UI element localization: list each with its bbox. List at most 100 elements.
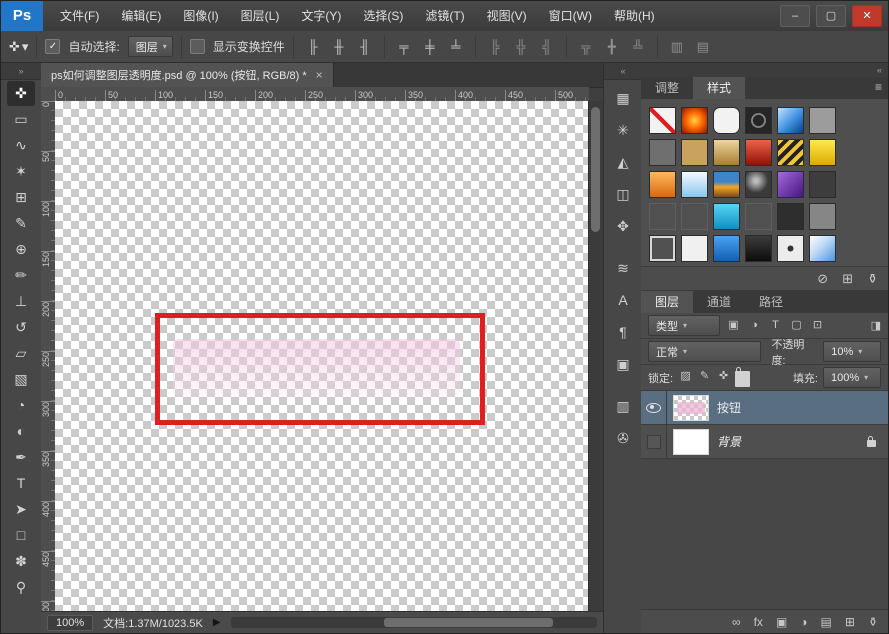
- distribute-hcenter-icon[interactable]: ╋: [601, 37, 623, 57]
- filter-smart-icon[interactable]: ⊡: [809, 317, 826, 334]
- maximize-button[interactable]: ▢: [816, 5, 846, 27]
- visibility-cell[interactable]: [641, 425, 667, 458]
- zoom-level[interactable]: 100%: [47, 615, 93, 631]
- style-swatch[interactable]: [745, 139, 772, 166]
- fill-dropdown[interactable]: 100% ▾: [823, 367, 881, 388]
- align-vcenter-icon[interactable]: ╫: [328, 37, 350, 57]
- adjustment-layer-icon[interactable]: ◑: [800, 615, 807, 629]
- style-swatch[interactable]: [777, 203, 804, 230]
- horizontal-scrollbar[interactable]: [231, 617, 597, 628]
- filter-type-dropdown[interactable]: 类型 ▾: [648, 315, 720, 336]
- style-swatch[interactable]: [745, 235, 772, 262]
- style-swatch[interactable]: [681, 235, 708, 262]
- style-swatch[interactable]: [681, 139, 708, 166]
- tab-adjustments[interactable]: 调整: [641, 77, 693, 99]
- new-layer-icon[interactable]: ⊞: [845, 615, 855, 629]
- tool-healing-brush[interactable]: ⊕: [7, 237, 35, 262]
- panel-icon-histogram[interactable]: ▥: [608, 392, 638, 420]
- tool-marquee[interactable]: ▭: [7, 107, 35, 132]
- distribute-bottom-icon[interactable]: ╣: [536, 37, 558, 57]
- style-swatch[interactable]: [745, 107, 772, 134]
- visibility-cell[interactable]: [641, 391, 667, 424]
- tool-eyedropper[interactable]: ✎: [7, 211, 35, 236]
- panel-icon-navigator[interactable]: ✥: [608, 212, 638, 240]
- tab-paths[interactable]: 路径: [745, 291, 797, 313]
- horizontal-scrollbar-thumb[interactable]: [384, 618, 553, 627]
- menu-type[interactable]: 文字(Y): [290, 1, 352, 31]
- new-style-icon[interactable]: ⊞: [842, 271, 853, 287]
- layer-name[interactable]: 背景: [717, 433, 741, 450]
- tool-blur[interactable]: ◔: [7, 393, 35, 418]
- vertical-scrollbar[interactable]: [588, 101, 603, 611]
- style-swatch[interactable]: [777, 171, 804, 198]
- style-swatch[interactable]: [649, 203, 676, 230]
- style-swatch[interactable]: [713, 139, 740, 166]
- distribute-top-icon[interactable]: ╠: [484, 37, 506, 57]
- tab-channels[interactable]: 通道: [693, 291, 745, 313]
- lock-position-icon[interactable]: ✜: [716, 368, 731, 384]
- tool-type[interactable]: T: [7, 471, 35, 496]
- filter-adjustment-icon[interactable]: ◑: [746, 317, 763, 334]
- style-swatch[interactable]: [809, 171, 836, 198]
- collapse-toolbar-icon[interactable]: »: [1, 63, 41, 80]
- distribute-right-icon[interactable]: ╩: [627, 37, 649, 57]
- canvas[interactable]: [55, 101, 589, 611]
- style-swatch[interactable]: [681, 203, 708, 230]
- auto-align-icon[interactable]: ▥: [666, 37, 688, 57]
- style-swatch[interactable]: [745, 203, 772, 230]
- tab-layers[interactable]: 图层: [641, 291, 693, 313]
- filter-toggle-icon[interactable]: ◨: [871, 319, 881, 332]
- collapse-dock-icon[interactable]: «: [641, 63, 888, 78]
- style-swatch[interactable]: [809, 235, 836, 262]
- tool-crop[interactable]: ⊞: [7, 185, 35, 210]
- style-swatch[interactable]: [681, 171, 708, 198]
- align-top-icon[interactable]: ╟: [302, 37, 324, 57]
- tool-move[interactable]: ✜: [7, 81, 35, 106]
- tool-clone-stamp[interactable]: ⊥: [7, 289, 35, 314]
- style-swatch[interactable]: [713, 235, 740, 262]
- layer-thumbnail[interactable]: [673, 429, 709, 455]
- style-swatch[interactable]: [649, 235, 676, 262]
- panel-icon-info[interactable]: ▣: [608, 350, 638, 378]
- tool-eraser[interactable]: ▱: [7, 341, 35, 366]
- auto-select-target-dropdown[interactable]: 图层 ▾: [128, 36, 173, 57]
- lock-transparency-icon[interactable]: ▨: [678, 368, 693, 384]
- layer-thumbnail[interactable]: [673, 395, 709, 421]
- panel-icon-adjustments[interactable]: ✳: [608, 116, 638, 144]
- panel-icon-paragraph[interactable]: ¶: [608, 318, 638, 346]
- delete-layer-icon[interactable]: ⚱: [868, 615, 878, 629]
- menu-view[interactable]: 视图(V): [476, 1, 538, 31]
- tool-dodge[interactable]: ◐: [7, 419, 35, 444]
- align-left-icon[interactable]: ╤: [393, 37, 415, 57]
- style-swatch[interactable]: [713, 171, 740, 198]
- blend-mode-dropdown[interactable]: 正常 ▾: [648, 341, 761, 362]
- layer-style-icon[interactable]: fx: [754, 615, 763, 629]
- filter-shape-icon[interactable]: ▢: [788, 317, 805, 334]
- workspace-icon[interactable]: ▤: [692, 37, 714, 57]
- layer-row-button[interactable]: 按钮: [641, 391, 888, 425]
- tab-styles[interactable]: 样式: [693, 77, 745, 99]
- menu-layer[interactable]: 图层(L): [230, 1, 291, 31]
- menu-select[interactable]: 选择(S): [352, 1, 414, 31]
- style-swatch[interactable]: [777, 107, 804, 134]
- menu-file[interactable]: 文件(F): [49, 1, 110, 31]
- style-swatch[interactable]: [713, 203, 740, 230]
- menu-window[interactable]: 窗口(W): [538, 1, 603, 31]
- lock-paint-icon[interactable]: ✎: [697, 368, 712, 384]
- status-options-arrow-icon[interactable]: ▶: [213, 617, 221, 628]
- tool-brush[interactable]: ✏: [7, 263, 35, 288]
- delete-style-icon[interactable]: ⚱: [867, 271, 878, 287]
- tool-path-select[interactable]: ➤: [7, 497, 35, 522]
- filter-pixel-icon[interactable]: ▣: [725, 317, 742, 334]
- style-swatch[interactable]: [713, 107, 740, 134]
- distribute-left-icon[interactable]: ╦: [575, 37, 597, 57]
- align-hcenter-icon[interactable]: ╪: [419, 37, 441, 57]
- panel-icon-swatches[interactable]: ▦: [608, 84, 638, 112]
- distribute-vcenter-icon[interactable]: ╬: [510, 37, 532, 57]
- panel-icon-layer-comps[interactable]: ◫: [608, 180, 638, 208]
- tool-zoom[interactable]: ⚲: [7, 575, 35, 600]
- expand-dock-icon[interactable]: «: [604, 63, 642, 80]
- style-swatch[interactable]: [777, 235, 804, 262]
- style-swatch[interactable]: [809, 203, 836, 230]
- close-tab-icon[interactable]: ×: [316, 68, 323, 82]
